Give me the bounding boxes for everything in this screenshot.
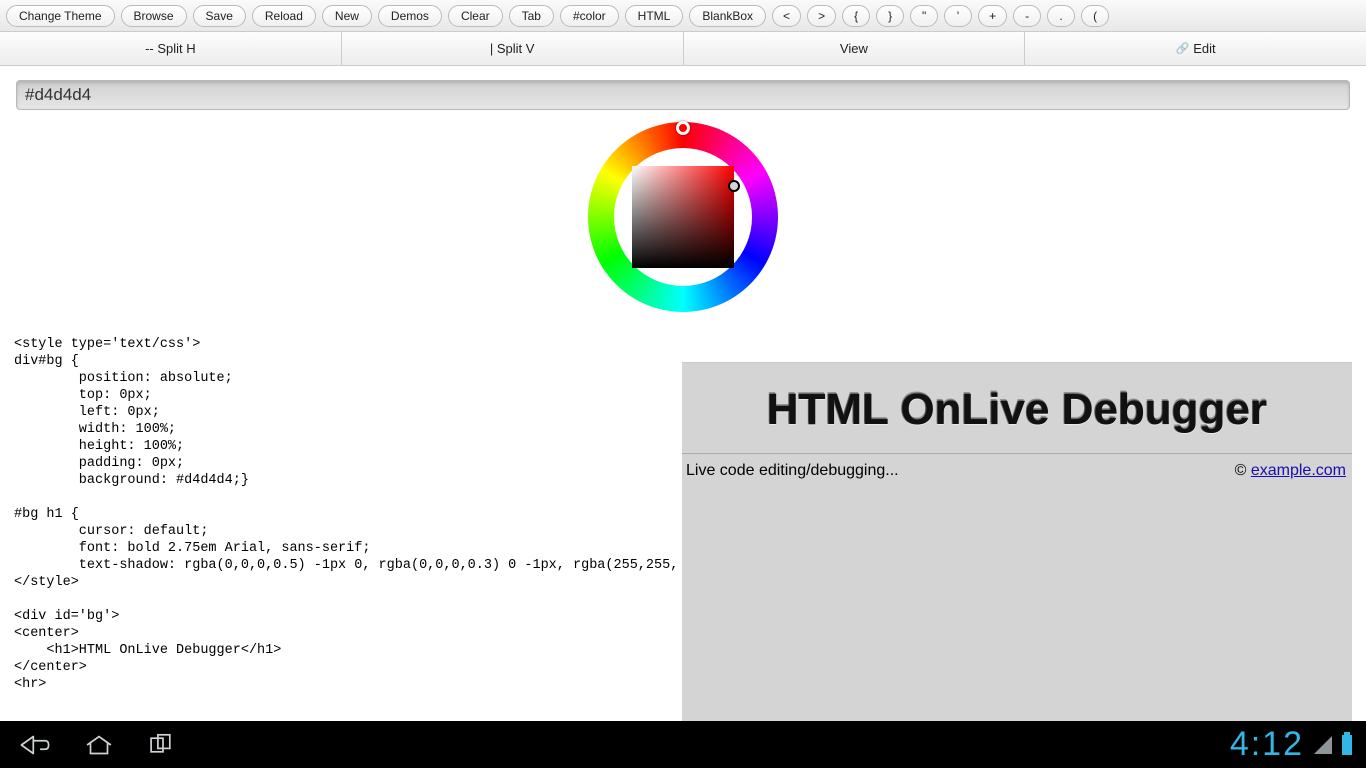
rbrace-button[interactable]: } xyxy=(876,5,904,27)
back-icon[interactable] xyxy=(18,732,52,758)
tab-button[interactable]: Tab xyxy=(509,5,554,27)
preview-pane: HTML OnLive Debugger Live code editing/d… xyxy=(682,362,1352,721)
home-icon[interactable] xyxy=(82,732,116,758)
hue-handle[interactable] xyxy=(676,121,690,135)
preview-link[interactable]: example.com xyxy=(1251,462,1346,479)
edit-label: Edit xyxy=(1193,41,1215,56)
minus-button[interactable]: - xyxy=(1013,5,1041,27)
lt-button[interactable]: < xyxy=(772,5,801,27)
lbrace-button[interactable]: { xyxy=(842,5,870,27)
html-button[interactable]: HTML xyxy=(625,5,684,27)
saturation-value-box[interactable] xyxy=(632,166,734,268)
browse-button[interactable]: Browse xyxy=(121,5,187,27)
edit-button[interactable]: 🔗Edit xyxy=(1025,32,1366,65)
change-theme-button[interactable]: Change Theme xyxy=(6,5,115,27)
hue-wheel[interactable] xyxy=(588,122,778,312)
clock: 4:12 xyxy=(1230,725,1304,764)
top-toolbar: Change Theme Browse Save Reload New Demo… xyxy=(0,0,1366,32)
split-v-label: | Split V xyxy=(490,41,535,56)
dquote-button[interactable]: " xyxy=(910,5,938,27)
signal-icon xyxy=(1314,736,1332,754)
demos-button[interactable]: Demos xyxy=(378,5,442,27)
split-bar: -- Split H | Split V View 🔗Edit xyxy=(0,32,1366,66)
android-nav-bar: 4:12 xyxy=(0,721,1366,768)
clear-button[interactable]: Clear xyxy=(448,5,503,27)
sv-handle[interactable] xyxy=(728,180,740,192)
save-button[interactable]: Save xyxy=(193,5,246,27)
code-text[interactable]: <style type='text/css'> div#bg { positio… xyxy=(14,336,676,693)
color-field-wrap xyxy=(0,66,1366,116)
nav-icons xyxy=(0,732,180,758)
view-button[interactable]: View xyxy=(684,32,1026,65)
color-button[interactable]: #color xyxy=(560,5,619,27)
preview-title: HTML OnLive Debugger xyxy=(682,363,1352,453)
blankbox-button[interactable]: BlankBox xyxy=(689,5,766,27)
copyright-symbol: © xyxy=(1235,462,1251,479)
lparen-button[interactable]: ( xyxy=(1081,5,1109,27)
gt-button[interactable]: > xyxy=(807,5,836,27)
battery-icon xyxy=(1342,735,1352,755)
split-v-button[interactable]: | Split V xyxy=(342,32,684,65)
reload-button[interactable]: Reload xyxy=(252,5,316,27)
dot-button[interactable]: . xyxy=(1047,5,1075,27)
link-icon: 🔗 xyxy=(1176,42,1190,55)
view-label: View xyxy=(840,41,868,56)
preview-subtitle: Live code editing/debugging... xyxy=(686,462,899,480)
squote-button[interactable]: ' xyxy=(944,5,972,27)
content-area: <style type='text/css'> div#bg { positio… xyxy=(0,66,1366,721)
split-h-button[interactable]: -- Split H xyxy=(0,32,342,65)
color-value-input[interactable] xyxy=(16,80,1350,110)
preview-body: Live code editing/debugging... © example… xyxy=(682,454,1352,480)
preview-copyright: © example.com xyxy=(1235,462,1346,480)
plus-button[interactable]: + xyxy=(978,5,1007,27)
split-h-label: -- Split H xyxy=(145,41,196,56)
status-right: 4:12 xyxy=(1230,725,1366,764)
code-editor[interactable]: <style type='text/css'> div#bg { positio… xyxy=(14,336,676,721)
color-picker[interactable] xyxy=(0,122,1366,312)
recent-apps-icon[interactable] xyxy=(146,732,180,758)
new-button[interactable]: New xyxy=(322,5,372,27)
